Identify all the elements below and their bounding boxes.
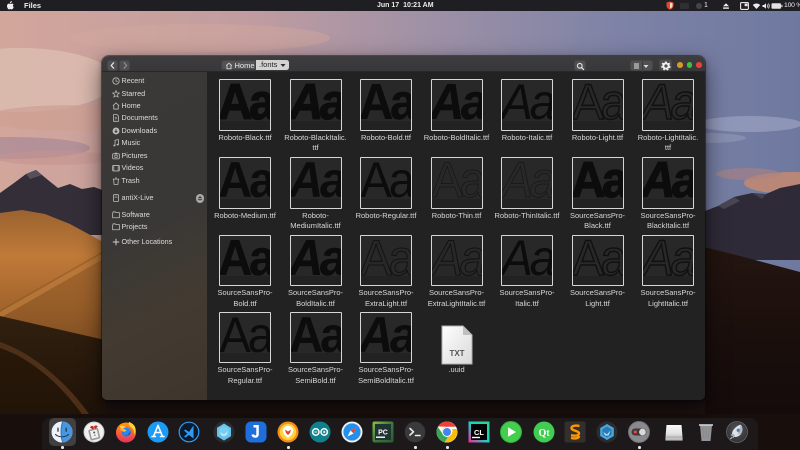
svg-text:Qt: Qt bbox=[538, 428, 550, 439]
svg-text:TXT: TXT bbox=[449, 349, 464, 358]
svg-text:CL: CL bbox=[474, 428, 484, 437]
svg-text:PC: PC bbox=[378, 430, 388, 437]
